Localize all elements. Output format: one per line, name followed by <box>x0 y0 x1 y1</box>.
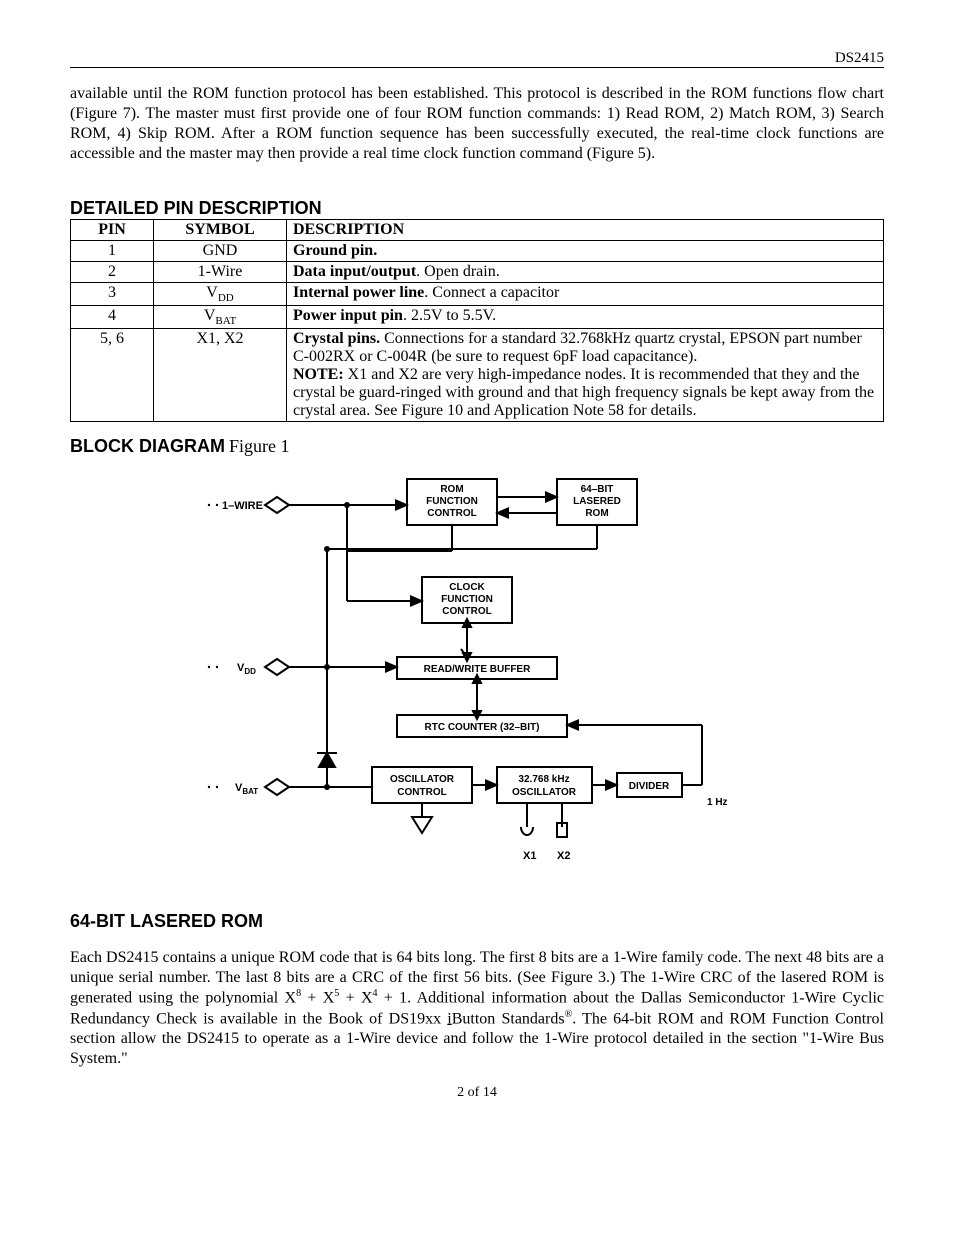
header-divider <box>70 67 884 68</box>
figure-label: Figure 1 <box>229 436 290 456</box>
description-cell: Internal power line. Connect a capacitor <box>287 283 884 306</box>
svg-text:X1: X1 <box>523 850 536 862</box>
rom-paragraph: Each DS2415 contains a unique ROM code t… <box>70 948 884 1069</box>
part-number-header: DS2415 <box>70 50 884 67</box>
svg-text:CLOCK: CLOCK <box>449 582 485 593</box>
table-header-pin: PIN <box>71 220 154 241</box>
svg-text:OSCILLATOR: OSCILLATOR <box>512 787 577 798</box>
block-diagram: 1–WIRE VDD VBAT ROM FUNCTION CONTROL 64–… <box>197 467 757 897</box>
pin-cell: 2 <box>71 262 154 283</box>
intro-paragraph: available until the ROM function protoco… <box>70 84 884 164</box>
svg-text:RTC COUNTER (32–BIT): RTC COUNTER (32–BIT) <box>424 722 539 733</box>
symbol-cell: X1, X2 <box>154 329 287 422</box>
svg-text:32.768 kHz: 32.768 kHz <box>518 774 569 785</box>
pin-cell: 5, 6 <box>71 329 154 422</box>
block-diagram-heading: BLOCK DIAGRAM <box>70 436 225 456</box>
svg-text:VBAT: VBAT <box>235 782 258 796</box>
svg-text:FUNCTION: FUNCTION <box>441 594 493 605</box>
symbol-cell: 1-Wire <box>154 262 287 283</box>
svg-text:LASERED: LASERED <box>573 496 621 507</box>
description-cell: Ground pin. <box>287 241 884 262</box>
description-cell: Crystal pins. Connections for a standard… <box>287 329 884 422</box>
svg-text:FUNCTION: FUNCTION <box>426 496 478 507</box>
svg-text:ROM: ROM <box>440 484 463 495</box>
detailed-pin-description-heading: DETAILED PIN DESCRIPTION <box>70 198 884 220</box>
table-row: 2 1-Wire Data input/output. Open drain. <box>71 262 884 283</box>
svg-text:64–BIT: 64–BIT <box>581 484 614 495</box>
table-header-symbol: SYMBOL <box>154 220 287 241</box>
svg-text:1–WIRE: 1–WIRE <box>222 500 263 512</box>
svg-text:CONTROL: CONTROL <box>442 606 491 617</box>
symbol-cell: VDD <box>154 283 287 306</box>
table-row: 1 GND Ground pin. <box>71 241 884 262</box>
description-cell: Data input/output. Open drain. <box>287 262 884 283</box>
svg-text:ROM: ROM <box>585 508 608 519</box>
page-number: 2 of 14 <box>70 1085 884 1101</box>
description-cell: Power input pin. 2.5V to 5.5V. <box>287 306 884 329</box>
svg-text:OSCILLATOR: OSCILLATOR <box>390 774 455 785</box>
svg-text:CONTROL: CONTROL <box>397 787 446 798</box>
svg-text:DIVIDER: DIVIDER <box>629 781 670 792</box>
symbol-cell: GND <box>154 241 287 262</box>
table-row: 5, 6 X1, X2 Crystal pins. Connections fo… <box>71 329 884 422</box>
svg-text:READ/WRITE BUFFER: READ/WRITE BUFFER <box>424 664 531 675</box>
pin-cell: 3 <box>71 283 154 306</box>
table-row: 4 VBAT Power input pin. 2.5V to 5.5V. <box>71 306 884 329</box>
svg-text:CONTROL: CONTROL <box>427 508 476 519</box>
pin-cell: 1 <box>71 241 154 262</box>
lasered-rom-heading: 64-BIT LASERED ROM <box>70 911 263 932</box>
pin-cell: 4 <box>71 306 154 329</box>
table-header-description: DESCRIPTION <box>287 220 884 241</box>
symbol-cell: VBAT <box>154 306 287 329</box>
svg-text:X2: X2 <box>557 850 570 862</box>
pin-description-table: PIN SYMBOL DESCRIPTION 1 GND Ground pin.… <box>70 219 884 422</box>
svg-text:VDD: VDD <box>237 662 256 676</box>
table-row: 3 VDD Internal power line. Connect a cap… <box>71 283 884 306</box>
svg-text:1 Hz: 1 Hz <box>707 797 728 808</box>
